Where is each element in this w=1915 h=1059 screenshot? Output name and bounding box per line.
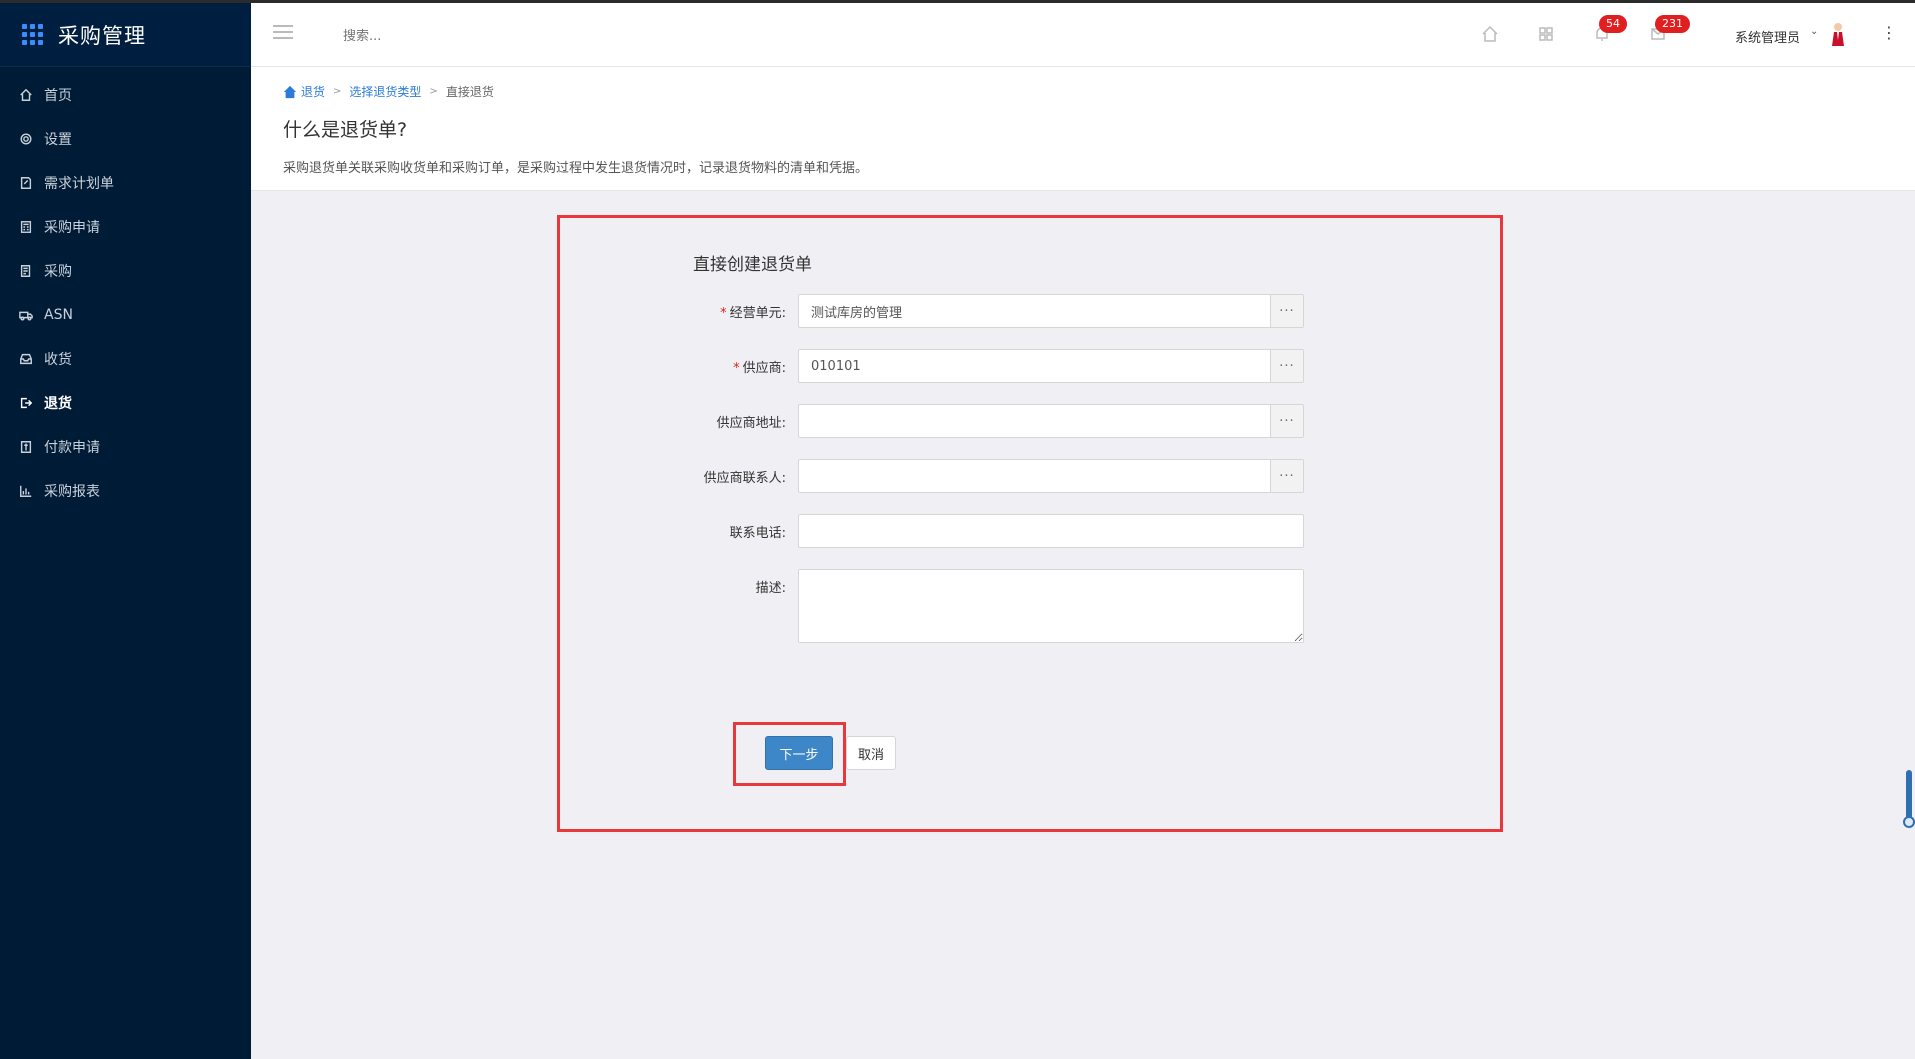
page-title: 什么是退货单? <box>283 119 408 141</box>
supplier-picker-button[interactable]: ··· <box>1270 350 1303 382</box>
description-textarea[interactable] <box>799 570 1303 642</box>
app-brand[interactable]: 采购管理 <box>0 3 251 67</box>
search-input[interactable] <box>341 23 581 49</box>
supplier-address-field: ··· <box>798 404 1304 438</box>
breadcrumb-link-returns[interactable]: 退货 <box>301 83 325 100</box>
more-options-icon[interactable]: ⋮ <box>1881 23 1897 42</box>
apps-grid-icon <box>22 23 44 46</box>
top-header: 54 231 系统管理员 ⌄ ⋮ <box>251 3 1915 67</box>
sidebar-nav: 首页 设置 需求计划单 采购申请 采购 ASN 收货 退货 付款申请 采购报表 <box>0 67 251 513</box>
avatar[interactable] <box>1829 22 1847 46</box>
sidebar-item-label: 设置 <box>44 132 72 148</box>
sidebar-item-label: 需求计划单 <box>44 176 114 192</box>
description-label: 描述: <box>755 581 786 596</box>
sidebar-item-demand-plan[interactable]: 需求计划单 <box>0 161 251 205</box>
supplier-contact-field: ··· <box>798 459 1304 493</box>
next-step-button[interactable]: 下一步 <box>765 736 833 770</box>
cancel-button[interactable]: 取消 <box>846 736 896 770</box>
breadcrumb-current: 直接退货 <box>445 85 494 99</box>
business-unit-label: * 经营单元: <box>720 306 786 321</box>
business-unit-field: ··· <box>798 294 1304 328</box>
supplier-address-input[interactable] <box>799 405 1270 437</box>
chevron-down-icon[interactable]: ⌄ <box>1810 26 1818 37</box>
sidebar-item-payment-request[interactable]: 付款申请 <box>0 425 251 469</box>
supplier-label: * 供应商: <box>733 361 786 376</box>
sidebar-item-label: 采购报表 <box>44 484 100 500</box>
list-document-icon <box>18 263 34 279</box>
phone-input[interactable] <box>799 515 1303 547</box>
breadcrumb-link-select-return-type[interactable]: 选择退货类型 <box>349 83 421 100</box>
supplier-address-label: 供应商地址: <box>716 416 786 431</box>
inbox-icon <box>18 351 34 367</box>
gear-icon <box>18 131 34 147</box>
scrollbar-handle[interactable] <box>1903 816 1915 828</box>
home-icon <box>18 87 34 103</box>
sidebar-item-label: 退货 <box>44 396 72 412</box>
phone-label: 联系电话: <box>729 526 786 541</box>
bar-chart-icon <box>18 483 34 499</box>
form-title: 直接创建退货单 <box>693 255 812 275</box>
sidebar-item-label: 采购 <box>44 264 72 280</box>
sidebar-item-label: 采购申请 <box>44 220 100 236</box>
home-icon <box>283 85 297 98</box>
calculator-icon <box>18 219 34 235</box>
page-header: 退货 > 选择退货类型 > 直接退货 什么是退货单? 采购退货单关联采购收货单和… <box>251 67 1915 191</box>
sidebar-item-purchase[interactable]: 采购 <box>0 249 251 293</box>
supplier-contact-input[interactable] <box>799 460 1270 492</box>
phone-field <box>798 514 1304 548</box>
bell-icon[interactable]: 54 <box>1593 15 1627 43</box>
description-field <box>798 569 1304 643</box>
supplier-contact-label: 供应商联系人: <box>703 471 786 486</box>
document-edit-icon <box>18 175 34 191</box>
sign-out-icon <box>18 395 34 411</box>
sidebar-item-home[interactable]: 首页 <box>0 73 251 117</box>
messages-badge: 231 <box>1655 15 1690 33</box>
business-unit-input[interactable] <box>799 295 1270 327</box>
sidebar-item-purchase-report[interactable]: 采购报表 <box>0 469 251 513</box>
message-icon[interactable]: 231 <box>1649 15 1690 43</box>
sidebar-item-asn[interactable]: ASN <box>0 293 251 337</box>
menu-toggle-icon[interactable] <box>273 25 293 41</box>
notifications-badge: 54 <box>1599 15 1627 33</box>
supplier-field: ··· <box>798 349 1304 383</box>
supplier-address-picker-button[interactable]: ··· <box>1270 405 1303 437</box>
grid-icon[interactable] <box>1537 25 1555 43</box>
home-icon[interactable] <box>1481 25 1499 43</box>
sidebar-item-label: 付款申请 <box>44 440 100 456</box>
sidebar-item-receiving[interactable]: 收货 <box>0 337 251 381</box>
required-mark: * <box>720 306 727 321</box>
sidebar-item-label: 收货 <box>44 352 72 368</box>
truck-icon <box>18 307 34 323</box>
sidebar-item-purchase-request[interactable]: 采购申请 <box>0 205 251 249</box>
sidebar-item-label: ASN <box>44 307 73 323</box>
breadcrumb: 退货 > 选择退货类型 > 直接退货 <box>283 83 494 100</box>
breadcrumb-separator: > <box>429 86 438 97</box>
sidebar: 采购管理 首页 设置 需求计划单 采购申请 采购 ASN 收货 退货 付款申请 … <box>0 3 251 1059</box>
required-mark: * <box>733 361 740 376</box>
invoice-icon <box>18 439 34 455</box>
supplier-contact-picker-button[interactable]: ··· <box>1270 460 1303 492</box>
create-return-form: 直接创建退货单 *经营单元: ··· *供应商: ··· 供应商地址: ··· … <box>557 215 1503 832</box>
sidebar-item-label: 首页 <box>44 88 72 104</box>
supplier-input[interactable] <box>799 350 1270 382</box>
breadcrumb-separator: > <box>333 86 342 97</box>
user-name[interactable]: 系统管理员 <box>1735 27 1800 46</box>
page-description: 采购退货单关联采购收货单和采购订单，是采购过程中发生退货情况时，记录退货物料的清… <box>283 161 869 176</box>
business-unit-picker-button[interactable]: ··· <box>1270 295 1303 327</box>
sidebar-item-settings[interactable]: 设置 <box>0 117 251 161</box>
sidebar-item-returns[interactable]: 退货 <box>0 381 251 425</box>
app-title: 采购管理 <box>58 23 146 48</box>
